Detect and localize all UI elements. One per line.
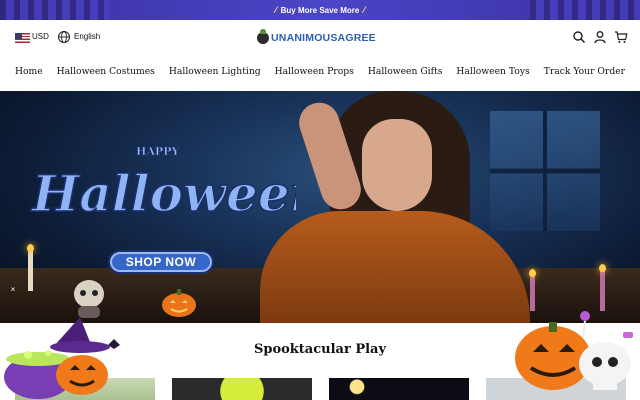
nav-item-halloween-gifts[interactable]: Halloween Gifts [368, 62, 443, 82]
hero-banner[interactable]: HAPPY Halloween [0, 91, 640, 323]
language-selector[interactable]: English [74, 32, 100, 41]
brand-name: UNANIMOUSAGREE [271, 32, 376, 44]
close-icon[interactable]: × [9, 286, 17, 294]
cart-icon[interactable] [614, 30, 628, 44]
nav-item-halloween-costumes[interactable]: Halloween Costumes [57, 62, 155, 82]
product-card[interactable] [172, 378, 312, 400]
announcement-text: Buy More Save More [280, 5, 360, 15]
announcement-pattern-left [0, 0, 110, 20]
nav-item-home[interactable]: Home [15, 62, 43, 82]
hero-title-small: HAPPY [136, 145, 179, 158]
candle-icon [529, 269, 536, 311]
product-card[interactable] [329, 378, 469, 400]
skull-doll-icon [74, 280, 104, 318]
brand-logo[interactable]: UNANIMOUSAGREE [257, 29, 376, 45]
header-topbar: USD English UNANIMOUSAGREE [0, 20, 640, 56]
nav-item-halloween-lighting[interactable]: Halloween Lighting [169, 62, 261, 82]
cauldron-witch-hat-sticker [4, 317, 120, 399]
nav-item-halloween-toys[interactable]: Halloween Toys [456, 62, 529, 82]
account-icon[interactable] [593, 30, 607, 44]
model-face [362, 119, 432, 211]
happy-halloween-title: HAPPY Halloween [29, 145, 296, 224]
shop-now-button[interactable]: SHOP NOW [108, 250, 214, 274]
candle-icon [27, 244, 34, 291]
currency-selector[interactable]: USD [32, 32, 49, 41]
us-flag-icon[interactable] [15, 33, 30, 43]
nav-item-halloween-props[interactable]: Halloween Props [275, 62, 354, 82]
pumpkin-icon [162, 289, 196, 317]
main-navigation: Home Halloween Costumes Halloween Lighti… [0, 62, 640, 82]
nav-item-track-your-order[interactable]: Track Your Order [544, 62, 625, 82]
candle-icon [599, 264, 606, 311]
hero-title-large: Halloween [30, 164, 296, 223]
wand-icon: ⁄ [363, 5, 365, 15]
announcement-bar[interactable]: ⁄ Buy More Save More ⁄ [0, 0, 640, 20]
search-icon[interactable] [572, 30, 586, 44]
pumpkin-skull-sticker [515, 311, 633, 390]
cauldron-logo-icon [257, 29, 269, 44]
globe-icon[interactable] [57, 30, 71, 44]
header-actions [572, 30, 628, 44]
wand-icon: ⁄ [275, 5, 277, 15]
model-dress [260, 211, 530, 323]
announcement-pattern-right [530, 0, 640, 20]
